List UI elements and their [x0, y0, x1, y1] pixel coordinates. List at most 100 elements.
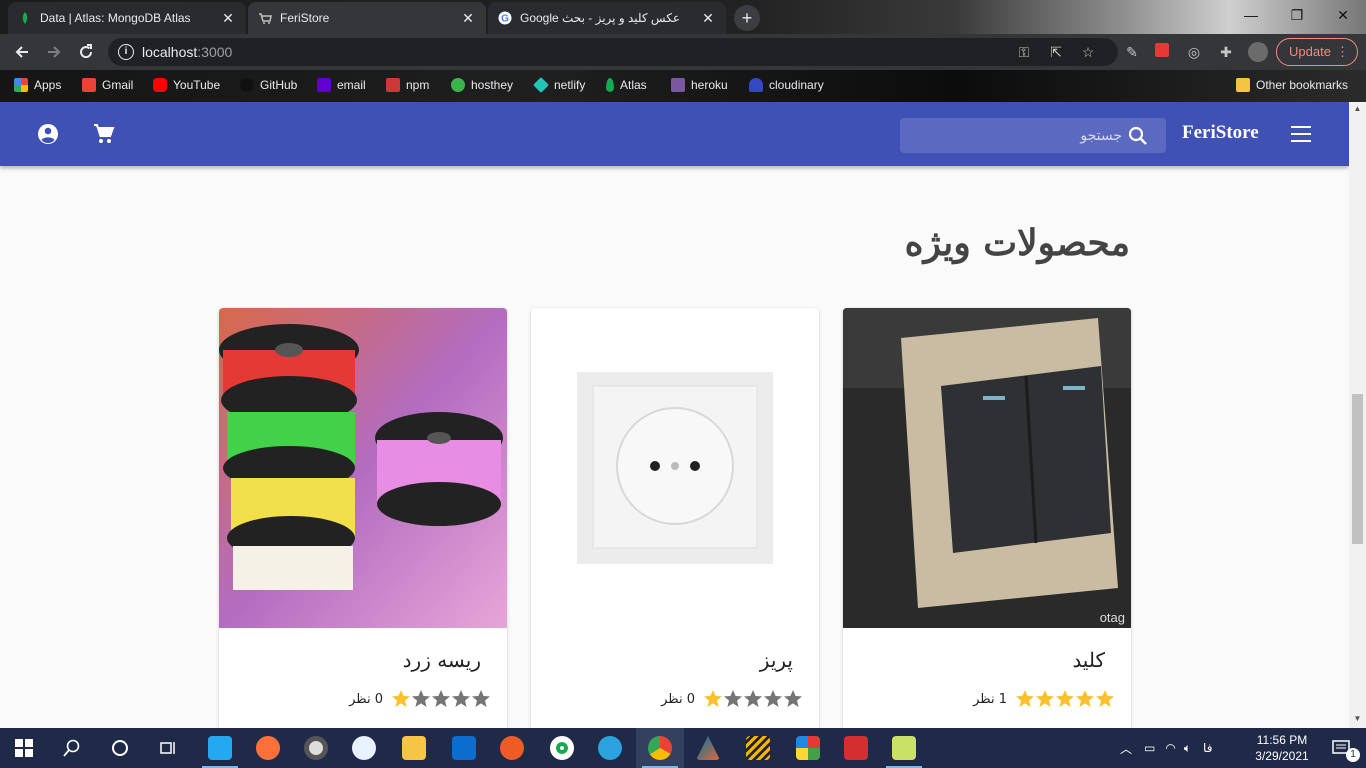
- taskbar-firefox[interactable]: [244, 728, 292, 768]
- url-text[interactable]: localhost:3000: [142, 44, 232, 60]
- scrollbar-thumb[interactable]: [1352, 394, 1363, 544]
- chrome-icon: [648, 736, 672, 760]
- close-icon[interactable]: ✕: [700, 10, 716, 27]
- search-icon: [63, 739, 80, 757]
- reload-button[interactable]: [72, 38, 100, 66]
- key-icon[interactable]: ⚿: [1014, 42, 1034, 62]
- bookmark-apps[interactable]: Apps: [14, 78, 61, 92]
- postman-icon: [500, 736, 524, 760]
- clock[interactable]: 11:56 PM 3/29/2021: [1248, 732, 1316, 764]
- taskbar-matlab[interactable]: [684, 728, 732, 768]
- battery-icon[interactable]: ▭: [1144, 741, 1155, 755]
- bookmark-netlify[interactable]: netlify: [533, 77, 585, 93]
- target-extension-icon[interactable]: ◎: [1184, 42, 1204, 62]
- tab-title: FeriStore: [280, 11, 330, 25]
- product-name[interactable]: پریز: [760, 648, 793, 672]
- product-card[interactable]: ریسه زرد 0 نظر: [219, 308, 507, 728]
- taskbar-telegram[interactable]: [586, 728, 634, 768]
- product-card[interactable]: پریز 0 نظر: [531, 308, 819, 728]
- search-taskbar-button[interactable]: [48, 728, 96, 768]
- notification-center-button[interactable]: 1: [1318, 728, 1366, 768]
- product-image[interactable]: [531, 308, 819, 628]
- youtube-icon: [153, 78, 167, 92]
- volume-icon[interactable]: 🔈︎: [1184, 741, 1191, 756]
- arrow-left-icon: [15, 46, 28, 58]
- scroll-up-arrow-icon[interactable]: ▲: [1353, 104, 1362, 113]
- minimize-button[interactable]: —: [1228, 0, 1274, 30]
- shopping-cart-icon[interactable]: [92, 122, 116, 146]
- search-icon[interactable]: [1128, 126, 1148, 146]
- start-button[interactable]: [0, 728, 48, 768]
- google-icon: G: [498, 11, 512, 25]
- close-icon[interactable]: ✕: [220, 10, 236, 27]
- folder-icon: [1236, 78, 1250, 92]
- forward-button[interactable]: [40, 38, 68, 66]
- taskbar-vscode[interactable]: [196, 728, 244, 768]
- bookmark-youtube[interactable]: YouTube: [153, 78, 220, 92]
- profile-avatar[interactable]: [1248, 42, 1268, 62]
- open-external-icon[interactable]: ⇱: [1046, 42, 1066, 62]
- taskbar-app-p[interactable]: [832, 728, 880, 768]
- taskbar-file-explorer[interactable]: [390, 728, 438, 768]
- gift-extension-icon[interactable]: [1152, 42, 1172, 62]
- bookmark-email[interactable]: email: [317, 78, 366, 92]
- telegram-icon: [598, 736, 622, 760]
- bookmark-npm[interactable]: npm: [386, 78, 429, 92]
- product-image[interactable]: [219, 308, 507, 628]
- product-name[interactable]: کلید: [1072, 648, 1105, 672]
- menu-icon[interactable]: [1291, 126, 1311, 142]
- tab-title: عکس کلید و پریز - بحث Google: [520, 11, 680, 25]
- taskbar-mail[interactable]: [440, 728, 488, 768]
- more-vert-icon: ⋮: [1336, 44, 1349, 59]
- tab-mongodb-atlas[interactable]: Data | Atlas: MongoDB Atlas ✕: [8, 2, 246, 34]
- taskbar-postman[interactable]: [488, 728, 536, 768]
- taskbar-app-tiles[interactable]: [784, 728, 832, 768]
- brand-logo[interactable]: FeriStore: [1182, 122, 1259, 144]
- product-image[interactable]: otag: [843, 308, 1131, 628]
- pen-extension-icon[interactable]: ✎: [1122, 42, 1142, 62]
- tab-feristore[interactable]: FeriStore ✕: [248, 2, 486, 34]
- close-window-button[interactable]: ✕: [1320, 0, 1366, 30]
- bookmark-heroku[interactable]: heroku: [671, 78, 728, 92]
- bookmark-cloudinary[interactable]: cloudinary: [749, 78, 824, 92]
- taskbar-app-stripes[interactable]: [734, 728, 782, 768]
- bookmarks-bar: Apps Gmail YouTube GitHub email npm host…: [0, 70, 1366, 102]
- cortana-button[interactable]: [96, 728, 144, 768]
- info-icon[interactable]: i: [118, 44, 134, 60]
- scroll-down-arrow-icon[interactable]: ▼: [1353, 714, 1362, 723]
- task-view-button[interactable]: [144, 728, 192, 768]
- chevron-up-icon[interactable]: ︿: [1120, 740, 1132, 757]
- bookmark-star-icon[interactable]: ☆: [1078, 42, 1098, 62]
- update-button[interactable]: Update ⋮: [1276, 38, 1358, 66]
- other-bookmarks[interactable]: Other bookmarks: [1236, 78, 1348, 92]
- windows-taskbar: ︿ ▭ ◠ 🔈︎ فا 11:56 PM 3/29/2021 1: [0, 728, 1366, 768]
- address-bar[interactable]: i localhost:3000 ⚿ ⇱ ☆: [108, 38, 1118, 66]
- page-scrollbar[interactable]: ▲ ▼: [1349, 102, 1366, 728]
- taskbar-obs[interactable]: [292, 728, 340, 768]
- back-button[interactable]: [8, 38, 36, 66]
- bookmark-github[interactable]: GitHub: [240, 78, 297, 92]
- restore-button[interactable]: ❐: [1274, 0, 1320, 30]
- other-bookmarks-label: Other bookmarks: [1256, 78, 1349, 92]
- language-indicator[interactable]: فا: [1203, 741, 1212, 755]
- search-input[interactable]: [908, 118, 1122, 153]
- taskbar-mongodb-compass[interactable]: [538, 728, 586, 768]
- bookmark-hosthey[interactable]: hosthey: [451, 78, 513, 92]
- taskbar-chrome[interactable]: [636, 728, 684, 768]
- product-card[interactable]: otag کلید 1 نظر: [843, 308, 1131, 728]
- wifi-icon[interactable]: ◠: [1165, 741, 1175, 755]
- bookmark-gmail[interactable]: Gmail: [82, 78, 133, 92]
- puzzle-extension-icon[interactable]: ✚: [1216, 42, 1236, 62]
- product-name[interactable]: ریسه زرد: [403, 648, 481, 672]
- account-circle-icon[interactable]: [36, 122, 60, 146]
- new-tab-button[interactable]: +: [734, 5, 760, 31]
- bookmark-atlas[interactable]: Atlas: [606, 78, 647, 92]
- close-icon[interactable]: ✕: [460, 10, 476, 27]
- bookmark-label: cloudinary: [769, 78, 824, 92]
- taskbar-app-chart[interactable]: [880, 728, 928, 768]
- app-stripes-icon: [746, 736, 770, 760]
- reviews-label: نظر: [661, 692, 683, 707]
- taskbar-app-w[interactable]: [340, 728, 388, 768]
- tab-google-search[interactable]: G عکس کلید و پریز - بحث Google ✕: [488, 2, 726, 34]
- star-icon: [784, 690, 802, 707]
